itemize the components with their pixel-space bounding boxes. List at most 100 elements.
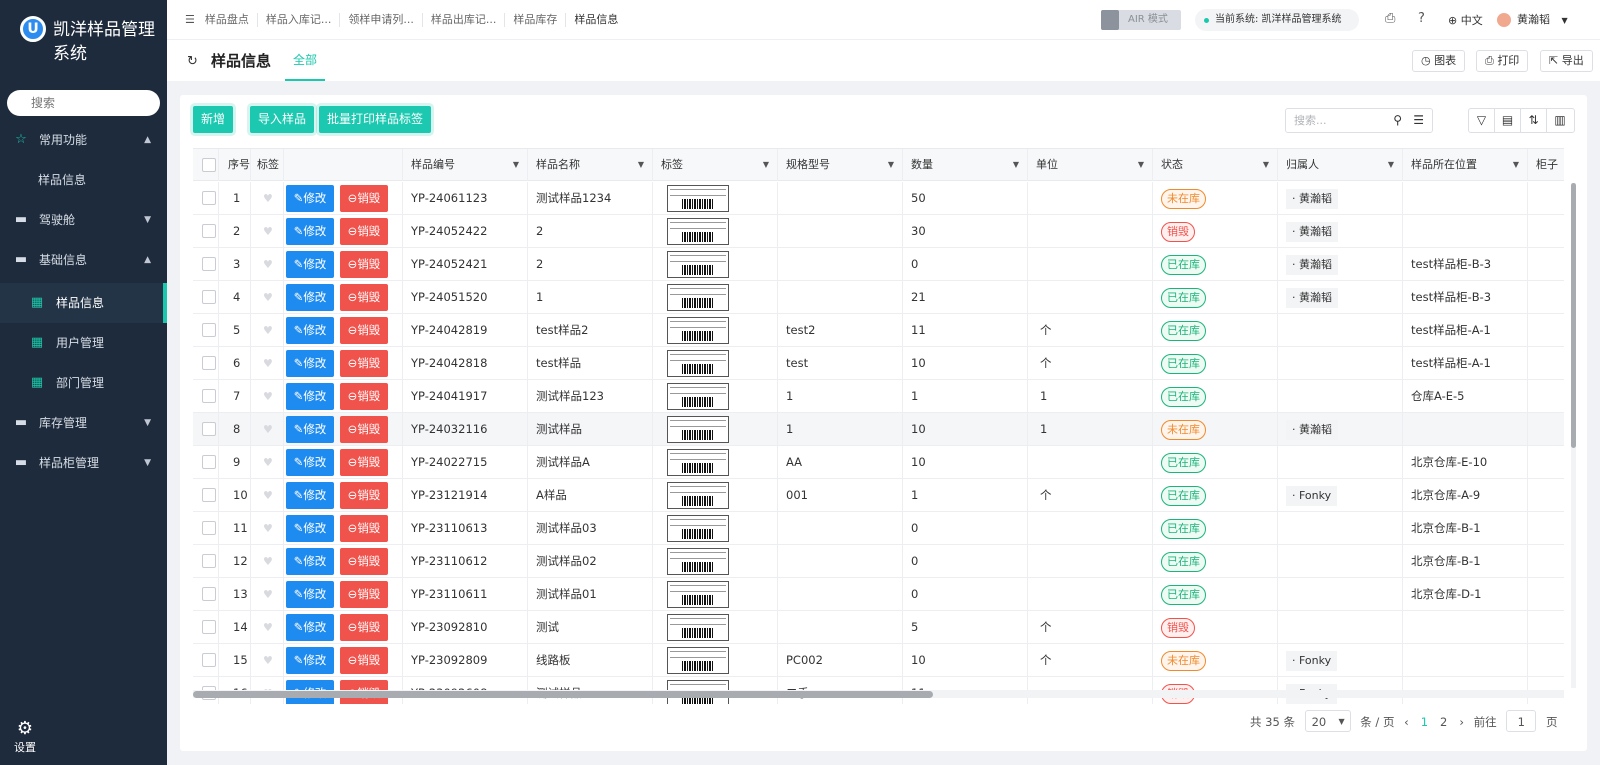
row-checkbox[interactable]: [202, 653, 216, 667]
row-checkbox[interactable]: [202, 290, 216, 304]
breadcrumb-item[interactable]: 样品入库记...: [256, 13, 340, 27]
edit-button[interactable]: ✎修改: [286, 383, 334, 410]
row-checkbox[interactable]: [202, 620, 216, 634]
label-thumbnail[interactable]: [667, 251, 729, 278]
label-thumbnail[interactable]: [667, 482, 729, 509]
edit-button[interactable]: ✎修改: [286, 548, 334, 575]
destroy-button[interactable]: ⊖销毁: [340, 284, 388, 311]
menu-sample-info[interactable]: ▦ 样品信息: [0, 283, 167, 323]
label-thumbnail[interactable]: [667, 317, 729, 344]
sidebar-search-input[interactable]: [7, 90, 160, 116]
destroy-button[interactable]: ⊖销毁: [340, 218, 388, 245]
sort-icon[interactable]: ⇅: [1521, 109, 1547, 132]
header-label-col[interactable]: 标签 ▼: [653, 149, 778, 181]
export-button[interactable]: ⇱ 导出: [1540, 50, 1593, 72]
vertical-scrollbar[interactable]: [1571, 183, 1576, 688]
add-button[interactable]: 新增: [193, 106, 234, 133]
language-switch[interactable]: ⊕ 中文: [1448, 12, 1483, 28]
header-name[interactable]: 样品名称 ▼: [528, 149, 653, 181]
table-row[interactable]: 6 ♥ ✎修改 ⊖销毁 YP-24042818 test样品 test 10 个已在库 test样…: [193, 347, 1564, 380]
label-thumbnail[interactable]: [667, 449, 729, 476]
refresh-icon[interactable]: ↻: [187, 54, 198, 69]
destroy-button[interactable]: ⊖销毁: [340, 647, 388, 674]
destroy-button[interactable]: ⊖销毁: [340, 548, 388, 575]
table-row[interactable]: 15 ♥ ✎修改 ⊖销毁 YP-23092809 线路板 PC002 10 个未在库 · Fonk…: [193, 644, 1564, 677]
edit-button[interactable]: ✎修改: [286, 581, 334, 608]
filter-icon[interactable]: ▽: [1469, 109, 1495, 132]
heart-icon[interactable]: ♥: [263, 258, 273, 271]
row-checkbox[interactable]: [202, 455, 216, 469]
label-thumbnail[interactable]: [667, 350, 729, 377]
breadcrumb-item[interactable]: 样品库存: [504, 13, 565, 27]
menu-toggle-icon[interactable]: ☰: [185, 13, 195, 26]
table-search-input[interactable]: 搜索... ⚲ ☰: [1285, 108, 1433, 133]
heart-icon[interactable]: ♥: [263, 324, 273, 337]
menu-common-functions[interactable]: ☆ 常用功能 ▲: [0, 120, 167, 160]
edit-button[interactable]: ✎修改: [286, 614, 334, 641]
goto-page-input[interactable]: 1: [1506, 710, 1537, 732]
destroy-button[interactable]: ⊖销毁: [340, 350, 388, 377]
destroy-button[interactable]: ⊖销毁: [340, 317, 388, 344]
edit-button[interactable]: ✎修改: [286, 515, 334, 542]
heart-icon[interactable]: ♥: [263, 522, 273, 535]
search-icon[interactable]: ⚲: [1393, 109, 1402, 132]
heart-icon[interactable]: ♥: [263, 291, 273, 304]
edit-button[interactable]: ✎修改: [286, 218, 334, 245]
menu-inventory-management[interactable]: ▬ 库存管理 ▼: [0, 403, 167, 443]
label-thumbnail[interactable]: [667, 284, 729, 311]
header-model[interactable]: 规格型号 ▼: [778, 149, 903, 181]
heart-icon[interactable]: ♥: [263, 654, 273, 667]
destroy-button[interactable]: ⊖销毁: [340, 482, 388, 509]
row-checkbox[interactable]: [202, 257, 216, 271]
air-mode-toggle[interactable]: AIR 模式: [1101, 10, 1181, 30]
tab-all[interactable]: 全部: [285, 40, 325, 81]
help-icon[interactable]: ?: [1418, 11, 1425, 26]
row-checkbox[interactable]: [202, 224, 216, 238]
import-button[interactable]: 导入样品: [250, 106, 315, 133]
heart-icon[interactable]: ♥: [263, 621, 273, 634]
print-button[interactable]: ⎙ 打印: [1476, 50, 1529, 72]
select-all-checkbox[interactable]: [202, 158, 216, 172]
table-row[interactable]: 1 ♥ ✎修改 ⊖销毁 YP-24061123 测试样品1234 50 未在库 · 黄瀚韬: [193, 182, 1564, 215]
label-thumbnail[interactable]: [667, 218, 729, 245]
row-checkbox[interactable]: [202, 389, 216, 403]
header-location[interactable]: 样品所在位置 ▼: [1403, 149, 1528, 181]
menu-basic-info[interactable]: ▬ 基础信息 ▲: [0, 240, 167, 280]
heart-icon[interactable]: ♥: [263, 423, 273, 436]
breadcrumb-item[interactable]: 领样申请列...: [339, 13, 422, 27]
row-checkbox[interactable]: [202, 488, 216, 502]
label-thumbnail[interactable]: [667, 581, 729, 608]
header-qty[interactable]: 数量 ▼: [903, 149, 1028, 181]
columns-icon[interactable]: ▤: [1495, 109, 1521, 132]
row-checkbox[interactable]: [202, 587, 216, 601]
scrollbar-thumb[interactable]: [193, 691, 933, 698]
destroy-button[interactable]: ⊖销毁: [340, 515, 388, 542]
table-row[interactable]: 14 ♥ ✎修改 ⊖销毁 YP-23092810 测试 5 个销毁: [193, 611, 1564, 644]
row-checkbox[interactable]: [202, 323, 216, 337]
next-page-icon[interactable]: ›: [1453, 711, 1470, 733]
table-row[interactable]: 10 ♥ ✎修改 ⊖销毁 YP-23121914 A样品 001 1 个已在库 · Fonky 北京…: [193, 479, 1564, 512]
header-code[interactable]: 样品编号 ▼: [403, 149, 528, 181]
label-thumbnail[interactable]: [667, 647, 729, 674]
menu-department-management[interactable]: ▦ 部门管理: [0, 363, 167, 403]
page-number[interactable]: 1: [1415, 711, 1434, 733]
prev-page-icon[interactable]: ‹: [1398, 711, 1415, 733]
heart-icon[interactable]: ♥: [263, 456, 273, 469]
label-thumbnail[interactable]: [667, 548, 729, 575]
row-checkbox[interactable]: [202, 554, 216, 568]
heart-icon[interactable]: ♥: [263, 225, 273, 238]
table-row[interactable]: 11 ♥ ✎修改 ⊖销毁 YP-23110613 测试样品03 0 已在库 北京仓库-B-1: [193, 512, 1564, 545]
table-row[interactable]: 12 ♥ ✎修改 ⊖销毁 YP-23110612 测试样品02 0 已在库 北京仓库-B-1: [193, 545, 1564, 578]
edit-button[interactable]: ✎修改: [286, 449, 334, 476]
edit-button[interactable]: ✎修改: [286, 317, 334, 344]
breadcrumb-item[interactable]: 样品盘点: [205, 13, 257, 27]
breadcrumb-item[interactable]: 样品信息: [565, 13, 626, 27]
batch-print-button[interactable]: 批量打印样品标签: [319, 106, 432, 133]
stamp-icon[interactable]: ⎙: [1385, 11, 1395, 26]
breadcrumb-item[interactable]: 样品出库记...: [421, 13, 505, 27]
menu-cabinet-management[interactable]: ▬ 样品柜管理 ▼: [0, 443, 167, 483]
table-row[interactable]: 2 ♥ ✎修改 ⊖销毁 YP-24052422 2 30 销毁 · 黄瀚韬: [193, 215, 1564, 248]
destroy-button[interactable]: ⊖销毁: [340, 416, 388, 443]
label-thumbnail[interactable]: [667, 614, 729, 641]
row-checkbox[interactable]: [202, 191, 216, 205]
